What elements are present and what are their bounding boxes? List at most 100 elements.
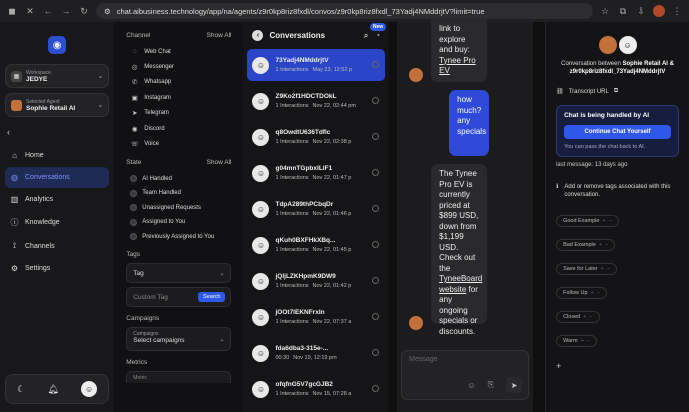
select-checkbox[interactable] <box>372 349 380 356</box>
state-item[interactable]: Assigned to You <box>126 216 231 229</box>
agent-select[interactable]: Selected Agent Sophie Retail AI ⌄ <box>5 93 110 117</box>
add-icon[interactable]: + <box>581 338 584 344</box>
select-checkbox[interactable] <box>372 313 380 320</box>
remove-icon[interactable]: − <box>607 266 610 272</box>
remove-icon[interactable]: − <box>597 290 600 296</box>
interactions-count: 00:30 <box>275 355 290 361</box>
address-bar[interactable]: ⚙ chat.aibusiness.technology/app/na/agen… <box>96 3 593 19</box>
select-checkbox[interactable] <box>372 169 380 176</box>
tag-chip[interactable]: Bad Example + − <box>556 239 616 251</box>
conversation-item[interactable]: ☺ ofqfnG5V7gcGJB2 1 Interactions Nov 15, 07… <box>247 373 385 405</box>
select-checkbox[interactable] <box>372 385 380 392</box>
channel-item[interactable]: ▣ Instagram <box>126 91 231 105</box>
custom-tag-input[interactable]: Custom Tag Search <box>126 287 232 307</box>
add-icon[interactable]: + <box>602 218 605 224</box>
download-icon[interactable]: ⇩ <box>635 5 647 17</box>
conversation-item[interactable]: ☺ Z9Ko2f1HDCTDOkL 1 Interactions Nov 22, 02… <box>247 85 385 117</box>
add-icon[interactable]: + <box>591 290 594 296</box>
conversation-item[interactable]: ☺ jQljLZKHpmK9DW9 1 Interactions Nov 22, 01… <box>247 265 385 297</box>
nav-settings[interactable]: ⚙ Settings <box>5 258 109 279</box>
send-icon[interactable]: ➤ <box>506 377 523 393</box>
tag-chip[interactable]: Good Example + − <box>556 215 619 227</box>
collapse-sidebar-icon[interactable]: ‹ <box>7 127 107 137</box>
state-item[interactable]: Previously Assigned to You <box>126 230 231 243</box>
campaigns-select[interactable]: Campaigns Select campaigns ⌄ <box>126 327 232 351</box>
remove-icon[interactable]: − <box>605 242 608 248</box>
conversation-item[interactable]: ☺ q8OwdtU636Tdflc 1 Interactions Nov 22, 02… <box>247 121 385 153</box>
channel-item[interactable]: ☏ Voice <box>126 137 231 151</box>
conversation-item[interactable]: ☺ TdpA289thPCbqDr 1 Interactions Nov 22, 01… <box>247 193 385 225</box>
moon-icon[interactable]: ☾ <box>17 384 25 395</box>
add-icon[interactable]: + <box>583 314 586 320</box>
copy-icon[interactable]: ⧉ <box>614 88 618 95</box>
channel-item[interactable]: ➤ Telegram <box>126 106 231 120</box>
history-icon[interactable]: ◔ <box>375 31 380 40</box>
conversation-item[interactable]: ☺ fda6dba3-315e-... 00:30 Nov 19, 12:19 pm <box>247 337 385 369</box>
search-button[interactable]: Search <box>198 292 226 302</box>
state-item[interactable]: AI Handled <box>126 172 231 185</box>
select-checkbox[interactable] <box>372 205 380 212</box>
bell-icon[interactable]: 🔔︎ <box>47 384 58 395</box>
tags-info-text: Add or remove tags associated with this … <box>564 184 671 198</box>
channel-item[interactable]: ◉ Discord <box>126 122 231 136</box>
channel-item[interactable]: ✆ Whatsapp <box>126 75 231 89</box>
channel-item[interactable]: ◎ Messenger <box>126 60 231 74</box>
remove-icon[interactable]: − <box>587 338 590 344</box>
conversation-item[interactable]: ☺ 73Yadj4NMddrjtV 1 Interactions May 23, 12… <box>247 49 386 81</box>
forward-icon[interactable]: → <box>60 5 72 17</box>
remove-icon[interactable]: − <box>609 218 612 224</box>
show-all-channels[interactable]: Show All <box>207 32 232 39</box>
message-placeholder: Message <box>409 356 438 363</box>
metric-select[interactable]: Metric <box>126 371 232 383</box>
channel-item[interactable]: ◌ Web Chat <box>126 45 231 58</box>
nav-label: Conversations <box>25 174 70 181</box>
nav-channels[interactable]: ⟟ Channels <box>5 235 109 257</box>
bookmark-star-icon[interactable]: ☆ <box>599 5 611 17</box>
back-arrow-icon[interactable]: ‹ <box>252 30 264 41</box>
show-all-states[interactable]: Show All <box>207 159 232 166</box>
nav-knowledge[interactable]: ⓘ Knowledge <box>5 211 109 234</box>
tag-chip[interactable]: Warm + − <box>556 335 597 347</box>
nav-home[interactable]: ⌂ Home <box>5 145 109 166</box>
close-tab-icon[interactable]: ✕ <box>24 5 36 17</box>
chat-thread: link to explore and buy: Tynee Pro EV ho… <box>397 18 534 412</box>
select-checkbox[interactable] <box>372 277 380 284</box>
add-icon[interactable]: + <box>599 242 602 248</box>
reload-icon[interactable]: ↻ <box>78 5 90 17</box>
emoji-icon[interactable]: ☺ <box>468 381 476 390</box>
search-icon[interactable]: ⌕ <box>364 31 368 41</box>
product-link[interactable]: Tynee Pro EV <box>439 56 475 76</box>
nav-analytics[interactable]: ▥ Analytics <box>5 189 109 210</box>
extension-icon[interactable]: ◼ <box>6 5 18 17</box>
workspace-select[interactable]: ▦ Workspace JEDYE ⌄ <box>5 64 110 88</box>
user-avatar[interactable]: ☺ <box>81 381 98 397</box>
tag-chip[interactable]: Follow Up + − <box>556 287 607 299</box>
select-checkbox[interactable] <box>372 61 380 68</box>
state-item[interactable]: Team Handled <box>126 187 231 200</box>
tag-select[interactable]: Tag ⌄ <box>126 263 232 283</box>
transcript-url[interactable]: ⛓ Transcript URL ⧉ <box>556 88 679 95</box>
nav-conversations[interactable]: ◍ Conversations <box>5 167 110 188</box>
message-input[interactable]: Message ☺ ⎘ ➤ <box>401 350 530 400</box>
chat-icon: ◍ <box>11 173 18 182</box>
attach-icon[interactable]: ⎘ <box>488 380 494 390</box>
state-item[interactable]: Unassigned Requests <box>126 201 231 214</box>
tag-chip[interactable]: Closed + − <box>556 311 600 323</box>
agent-message: link to explore and buy: Tynee Pro EV <box>431 18 488 82</box>
select-checkbox[interactable] <box>372 133 380 140</box>
add-icon[interactable]: + <box>601 266 604 272</box>
remove-icon[interactable]: − <box>589 314 592 320</box>
continue-chat-button[interactable]: Continue Chat Yourself <box>564 125 672 139</box>
extensions-icon[interactable]: ⧉ <box>617 5 629 17</box>
conversation-item[interactable]: ☺ jOOt7lEKNFrxIn 1 Interactions Nov 22, 07:… <box>247 301 385 333</box>
site-info-icon[interactable]: ⚙ <box>104 7 111 16</box>
add-tag-icon[interactable]: + <box>556 361 679 371</box>
select-checkbox[interactable] <box>372 241 380 248</box>
tag-chip[interactable]: Save for Later + − <box>556 263 618 275</box>
profile-avatar[interactable] <box>653 5 665 17</box>
back-icon[interactable]: ← <box>42 5 54 17</box>
select-checkbox[interactable] <box>372 97 380 104</box>
conversation-item[interactable]: ☺ qKuh0BXFHkXBq... 1 Interactions Nov 22, 0… <box>247 229 385 261</box>
conversation-item[interactable]: ☺ g04mnTGpbxILlF1 1 Interactions Nov 22, 01… <box>247 157 385 189</box>
menu-icon[interactable]: ⋮ <box>671 5 683 17</box>
